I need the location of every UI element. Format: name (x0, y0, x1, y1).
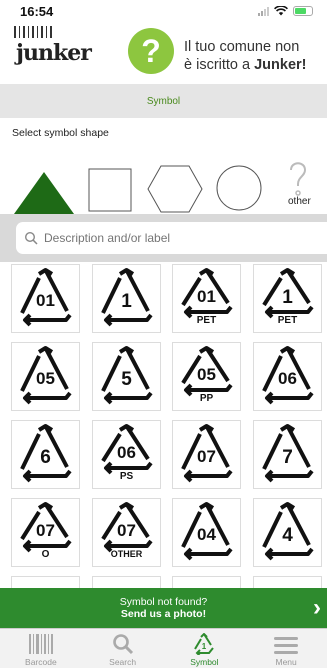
resin-code-number: 04 (197, 525, 216, 544)
search-input[interactable] (44, 231, 304, 245)
recycle-symbol-tile[interactable]: 06 PS (92, 420, 161, 489)
triangle-shape-button[interactable] (12, 168, 76, 216)
recycle-symbol-tile[interactable]: 01 PET (172, 264, 241, 333)
chevron-right-icon: › (313, 594, 321, 621)
resin-code-label: O (41, 549, 50, 560)
resin-code-number: 1 (121, 291, 132, 312)
resin-code-number: 5 (121, 369, 132, 390)
barcode-icon (28, 634, 53, 654)
recycle-symbol-tile-partial[interactable] (92, 576, 161, 588)
recycle-symbol-tile-partial[interactable] (253, 576, 322, 588)
recycle-symbol-tile[interactable]: 04 (172, 498, 241, 567)
recycle-symbol-tile[interactable]: 1 PET (253, 264, 322, 333)
resin-code-label: PP (199, 393, 214, 404)
recycle-symbol-tile[interactable]: 06 (253, 342, 322, 411)
banner-line1: Symbol not found? (119, 596, 208, 608)
resin-code-number: 01 (197, 287, 216, 306)
search-box[interactable] (16, 222, 327, 254)
search-icon (112, 634, 133, 655)
battery-icon (293, 6, 313, 16)
tab-barcode[interactable]: Barcode (0, 629, 82, 668)
recycle-symbol-tile[interactable]: 6 (11, 420, 80, 489)
tab-barcode-label: Barcode (25, 657, 57, 667)
recycle-symbol-tile-partial[interactable] (11, 576, 80, 588)
menu-icon (274, 637, 299, 654)
promo-message[interactable]: Il tuo comune non è iscritto a Junker! (184, 38, 327, 74)
recycle-symbol-tile[interactable]: 05 (11, 342, 80, 411)
shape-selector (0, 152, 327, 214)
resin-code-number: 05 (36, 369, 55, 388)
resin-code-number: 07 (197, 447, 216, 466)
tab-menu-label: Menu (275, 657, 297, 667)
recycle-symbol-tile[interactable]: 4 (253, 498, 322, 567)
recycle-icon: 1 (194, 633, 215, 655)
status-bar: 16:54 (0, 0, 327, 22)
hexagon-shape-button[interactable] (147, 164, 203, 214)
resin-code-number: 1 (282, 287, 293, 308)
cellular-signal-icon (258, 6, 269, 16)
other-shape-label: other (288, 196, 311, 207)
recycle-symbol-tile-partial[interactable] (172, 576, 241, 588)
section-tabstrip: Symbol (0, 84, 327, 118)
recycle-symbol-tile[interactable]: 07 O (11, 498, 80, 567)
tab-search-label: Search (109, 657, 137, 667)
resin-code-label: PET (277, 315, 298, 326)
recycle-symbol-tile[interactable]: 01 (11, 264, 80, 333)
tab-symbol-active[interactable]: 1 Symbol (164, 629, 246, 668)
tab-search[interactable]: Search (82, 629, 164, 668)
resin-code-label: PET (196, 315, 217, 326)
resin-code-number: 7 (282, 447, 293, 468)
shape-selector-title: Select symbol shape (12, 127, 109, 139)
resin-code-number: 07 (36, 521, 55, 540)
svg-text:1: 1 (202, 642, 207, 651)
tab-menu[interactable]: Menu (245, 629, 327, 668)
logo-text: junker (16, 40, 92, 66)
wifi-icon (274, 6, 288, 16)
other-shape-icon[interactable] (286, 158, 310, 198)
question-badge-icon[interactable]: ? (128, 28, 174, 74)
symbol-grid: 01 1 01 PET 1 PET 05 5 05 PP 06 6 06 PS 07 7 07 O 07 OTHER 0… (0, 262, 327, 588)
resin-code-number: 06 (278, 369, 297, 388)
junker-logo: junker (10, 26, 92, 82)
tab-symbol[interactable]: Symbol (147, 96, 180, 107)
resin-code-number: 06 (117, 443, 136, 462)
square-shape-button[interactable] (88, 168, 132, 212)
resin-code-number: 05 (197, 365, 216, 384)
recycle-symbol-tile[interactable]: 07 (172, 420, 241, 489)
promo-line1: Il tuo comune non (184, 39, 300, 55)
bottom-tabbar: Barcode Search 1 Symbol Menu (0, 628, 327, 668)
resin-code-label: PS (119, 471, 134, 482)
resin-code-label: OTHER (110, 549, 143, 559)
status-icons (258, 6, 313, 16)
search-icon (24, 231, 38, 245)
recycle-symbol-tile[interactable]: 1 (92, 264, 161, 333)
search-bar (0, 214, 327, 262)
status-time: 16:54 (20, 3, 54, 19)
app-header: junker ? Il tuo comune non è iscritto a … (0, 22, 327, 84)
recycle-symbol-tile[interactable]: 5 (92, 342, 161, 411)
circle-shape-button[interactable] (215, 164, 263, 212)
tab-symbol-label: Symbol (190, 657, 219, 667)
recycle-symbol-tile[interactable]: 05 PP (172, 342, 241, 411)
promo-line2: è iscritto a Junker! (184, 57, 307, 73)
banner-line2: Send us a photo! (120, 608, 207, 620)
resin-code-number: 6 (40, 447, 51, 468)
resin-code-number: 4 (282, 525, 293, 546)
send-photo-banner[interactable]: Symbol not found? Send us a photo! › (0, 588, 327, 628)
recycle-symbol-tile[interactable]: 07 OTHER (92, 498, 161, 567)
resin-code-number: 01 (36, 291, 55, 310)
recycle-symbol-tile[interactable]: 7 (253, 420, 322, 489)
resin-code-number: 07 (117, 521, 136, 540)
